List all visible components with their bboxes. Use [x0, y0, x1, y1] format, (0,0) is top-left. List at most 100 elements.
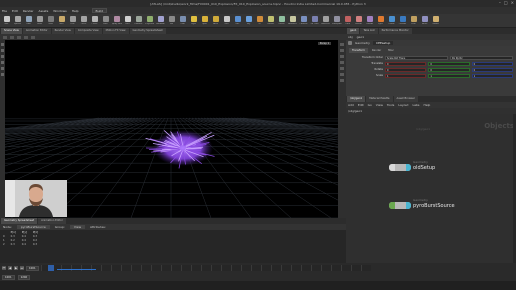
handle-tool-icon[interactable]: [1, 67, 4, 70]
path-segment[interactable]: geo1: [357, 35, 365, 39]
tab-misc[interactable]: Misc: [385, 48, 397, 53]
table-row[interactable]: 2 0.3 0.4 0.3: [0, 242, 41, 246]
shelf-tool-oceans[interactable]: Oceans: [398, 16, 407, 25]
scale-x-field[interactable]: 1: [385, 73, 427, 78]
display-option-icon[interactable]: [340, 73, 344, 76]
menu-assets[interactable]: Assets: [39, 9, 49, 13]
node-bypass-flag[interactable]: [389, 164, 395, 171]
move-tool-icon[interactable]: [1, 49, 4, 52]
tab-render[interactable]: Render: [368, 48, 385, 53]
node-pyroburstsource[interactable]: Geometry pyroBurstSource: [389, 198, 455, 209]
shelf-tool-fluids[interactable]: Fluids: [387, 16, 396, 25]
shelf-tool-sphere[interactable]: Sphere: [13, 16, 22, 25]
node-name-field[interactable]: CEEsetup: [372, 41, 394, 45]
pose-tool-icon[interactable]: [1, 73, 4, 76]
network-menu-layout[interactable]: Layout: [398, 103, 408, 107]
current-frame-field[interactable]: 1001: [26, 265, 39, 271]
path-segment[interactable]: obj: [348, 35, 353, 39]
shelf-tool-line[interactable]: Line: [68, 16, 77, 25]
shelf-tool-vr-cam[interactable]: VR Cam: [310, 16, 319, 25]
shelf-tool-sky[interactable]: Sky: [244, 16, 253, 25]
view-menu[interactable]: View: [69, 225, 86, 229]
display-option-icon[interactable]: [340, 49, 344, 52]
rotate-x-field[interactable]: 0: [385, 67, 427, 72]
jump-start-button[interactable]: ⏮: [2, 266, 6, 270]
node-bypass-flag[interactable]: [389, 202, 395, 209]
shelf-tool-file[interactable]: File: [167, 16, 176, 25]
menu-file[interactable]: File: [2, 9, 7, 13]
scale-z-field[interactable]: 1: [471, 73, 513, 78]
rotate-y-field[interactable]: 0: [428, 67, 470, 72]
play-button[interactable]: ▶: [14, 266, 18, 270]
end-frame-field[interactable]: 1240: [17, 274, 31, 280]
select-tool-icon[interactable]: [1, 43, 4, 46]
transform-order-menu[interactable]: Scale Rot Trans: [385, 55, 448, 60]
view-tool-icon[interactable]: [10, 35, 14, 39]
translate-z-field[interactable]: 0: [471, 61, 513, 66]
shelf-tool-env[interactable]: Env: [233, 16, 242, 25]
shelf-tool-crowds[interactable]: Crowds: [365, 16, 374, 25]
menu-edit[interactable]: Edit: [12, 9, 18, 13]
network-path[interactable]: /obj/geo1: [348, 109, 362, 113]
menu-windows[interactable]: Windows: [53, 9, 66, 13]
shelf-tool-path[interactable]: Path: [101, 16, 110, 25]
display-option-icon[interactable]: [340, 61, 344, 64]
shelf-tool-l-system[interactable]: L-System: [145, 16, 154, 25]
shelf-tool-grains[interactable]: Grains: [431, 16, 440, 25]
maximize-button[interactable]: □: [504, 1, 508, 5]
node-body[interactable]: [389, 202, 411, 209]
shelf-tool-circle[interactable]: Circle: [79, 16, 88, 25]
display-option-icon[interactable]: [340, 67, 344, 70]
shelf-tool-pyro[interactable]: Pyro: [376, 16, 385, 25]
view-tool-icon[interactable]: [24, 35, 28, 39]
start-frame-field[interactable]: 1001: [2, 274, 15, 280]
shelf-tool-cloth[interactable]: Cloth: [343, 16, 352, 25]
timeline-scrubber[interactable]: [40, 265, 371, 271]
network-menu-go[interactable]: Go: [368, 103, 372, 107]
network-menu-tools[interactable]: Tools: [387, 103, 394, 107]
shelf-tool-tube[interactable]: Tube: [24, 16, 33, 25]
scale-y-field[interactable]: 1: [428, 73, 470, 78]
network-editor[interactable]: Objects /obj/geo1 Geometry oldSetup Geom…: [346, 114, 516, 263]
network-menu-labs[interactable]: Labs: [413, 103, 420, 107]
node-oldsetup[interactable]: Geometry oldSetup: [389, 160, 435, 171]
jump-end-button[interactable]: ⏭: [20, 266, 24, 270]
node-display-flag[interactable]: [406, 164, 411, 171]
shelf-tool-box[interactable]: Box: [2, 16, 11, 25]
tab-transform[interactable]: Transform: [349, 48, 368, 53]
shelf-tool-fem[interactable]: FEM: [409, 16, 418, 25]
shelf-tool-wires[interactable]: Wires: [420, 16, 429, 25]
shelf-tool-switcher[interactable]: Switcher: [321, 16, 330, 25]
shelf-tool-area[interactable]: Area: [211, 16, 220, 25]
shelf-tool-curve[interactable]: Curve: [90, 16, 99, 25]
shelf-tool-light[interactable]: Light: [189, 16, 198, 25]
shelf-tool-font[interactable]: Font: [123, 16, 132, 25]
network-menu-help[interactable]: Help: [424, 103, 431, 107]
camera-menu[interactable]: Persp ▾: [317, 42, 331, 45]
network-menu-edit[interactable]: Edit: [358, 103, 364, 107]
rotate-tool-icon[interactable]: [1, 55, 4, 58]
shelf-tool-spot[interactable]: Spot: [200, 16, 209, 25]
shelf-tool-gamepad[interactable]: Gamepad: [332, 16, 341, 25]
shelf-tool-ambient[interactable]: Ambient: [288, 16, 297, 25]
view-tool-icon[interactable]: [31, 35, 35, 39]
view-tool-icon[interactable]: [17, 35, 21, 39]
shelf-tool-portal[interactable]: Portal: [277, 16, 286, 25]
menu-render[interactable]: Render: [23, 9, 34, 13]
node-body[interactable]: [389, 164, 411, 171]
display-option-icon[interactable]: [340, 55, 344, 58]
translate-y-field[interactable]: 0: [428, 61, 470, 66]
scale-tool-icon[interactable]: [1, 61, 4, 64]
rotate-z-field[interactable]: 0: [471, 67, 513, 72]
shelf-tool-spray-paint[interactable]: Spray Paint: [112, 16, 122, 25]
shelf-tool-metaball[interactable]: Metaball: [156, 16, 165, 25]
network-menu-add[interactable]: Add: [348, 103, 354, 107]
rotate-order-menu[interactable]: Rx Ry Rz: [450, 55, 513, 60]
shelf-tool-torus[interactable]: Torus: [35, 16, 44, 25]
display-option-icon[interactable]: [340, 43, 344, 46]
menu-help[interactable]: Help: [72, 9, 79, 13]
shelf-tool-vellum[interactable]: Vellum: [354, 16, 363, 25]
translate-x-field[interactable]: 0: [385, 61, 427, 66]
node-field[interactable]: pyroBurstSource: [16, 225, 50, 229]
shelf-tool-gi[interactable]: GI: [255, 16, 264, 25]
